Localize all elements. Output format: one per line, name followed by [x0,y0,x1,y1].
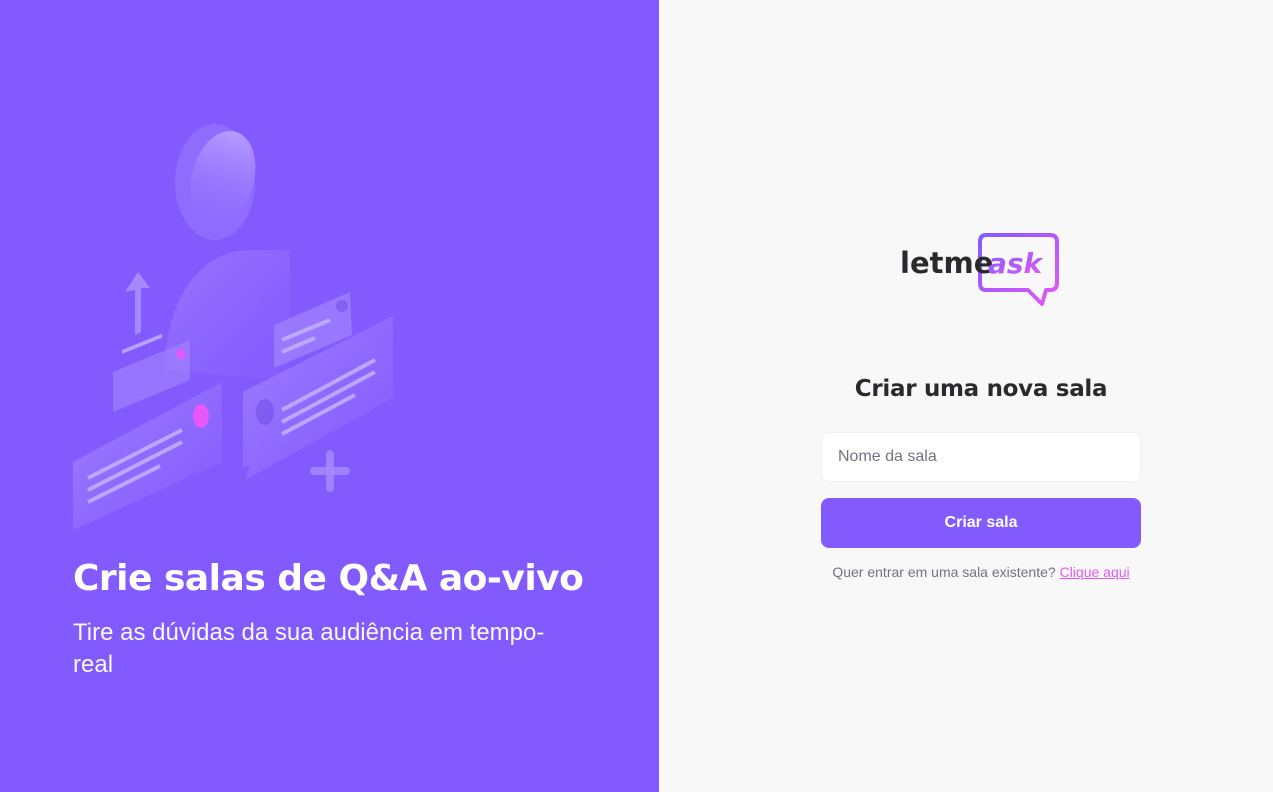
aside-subtitle: Tire as dúvidas da sua audiência em temp… [73,619,545,678]
existing-room-hint: Quer entrar em uma sala existente? Cliqu… [832,564,1129,580]
main-panel: letme ask Criar uma nova sala Criar sala… [659,0,1273,792]
aside-panel: Crie salas de Q&A ao-vivo Tire as dúvida… [0,0,659,792]
join-room-link[interactable]: Clique aqui [1060,564,1130,580]
create-room-button[interactable]: Criar sala [821,498,1141,548]
aside-title: Crie salas de Q&A ao-vivo [73,558,584,599]
letmeask-logo: letme ask [900,233,1059,306]
create-room-form: letme ask Criar uma nova sala Criar sala… [821,230,1141,594]
qa-illustration [73,124,393,530]
room-name-input[interactable] [821,432,1141,482]
existing-room-prompt: Quer entrar em uma sala existente? [832,564,1056,580]
logo-word-letme: letme [900,246,993,280]
form-title: Criar uma nova sala [854,376,1108,402]
logo-word-ask: ask [988,247,1045,280]
